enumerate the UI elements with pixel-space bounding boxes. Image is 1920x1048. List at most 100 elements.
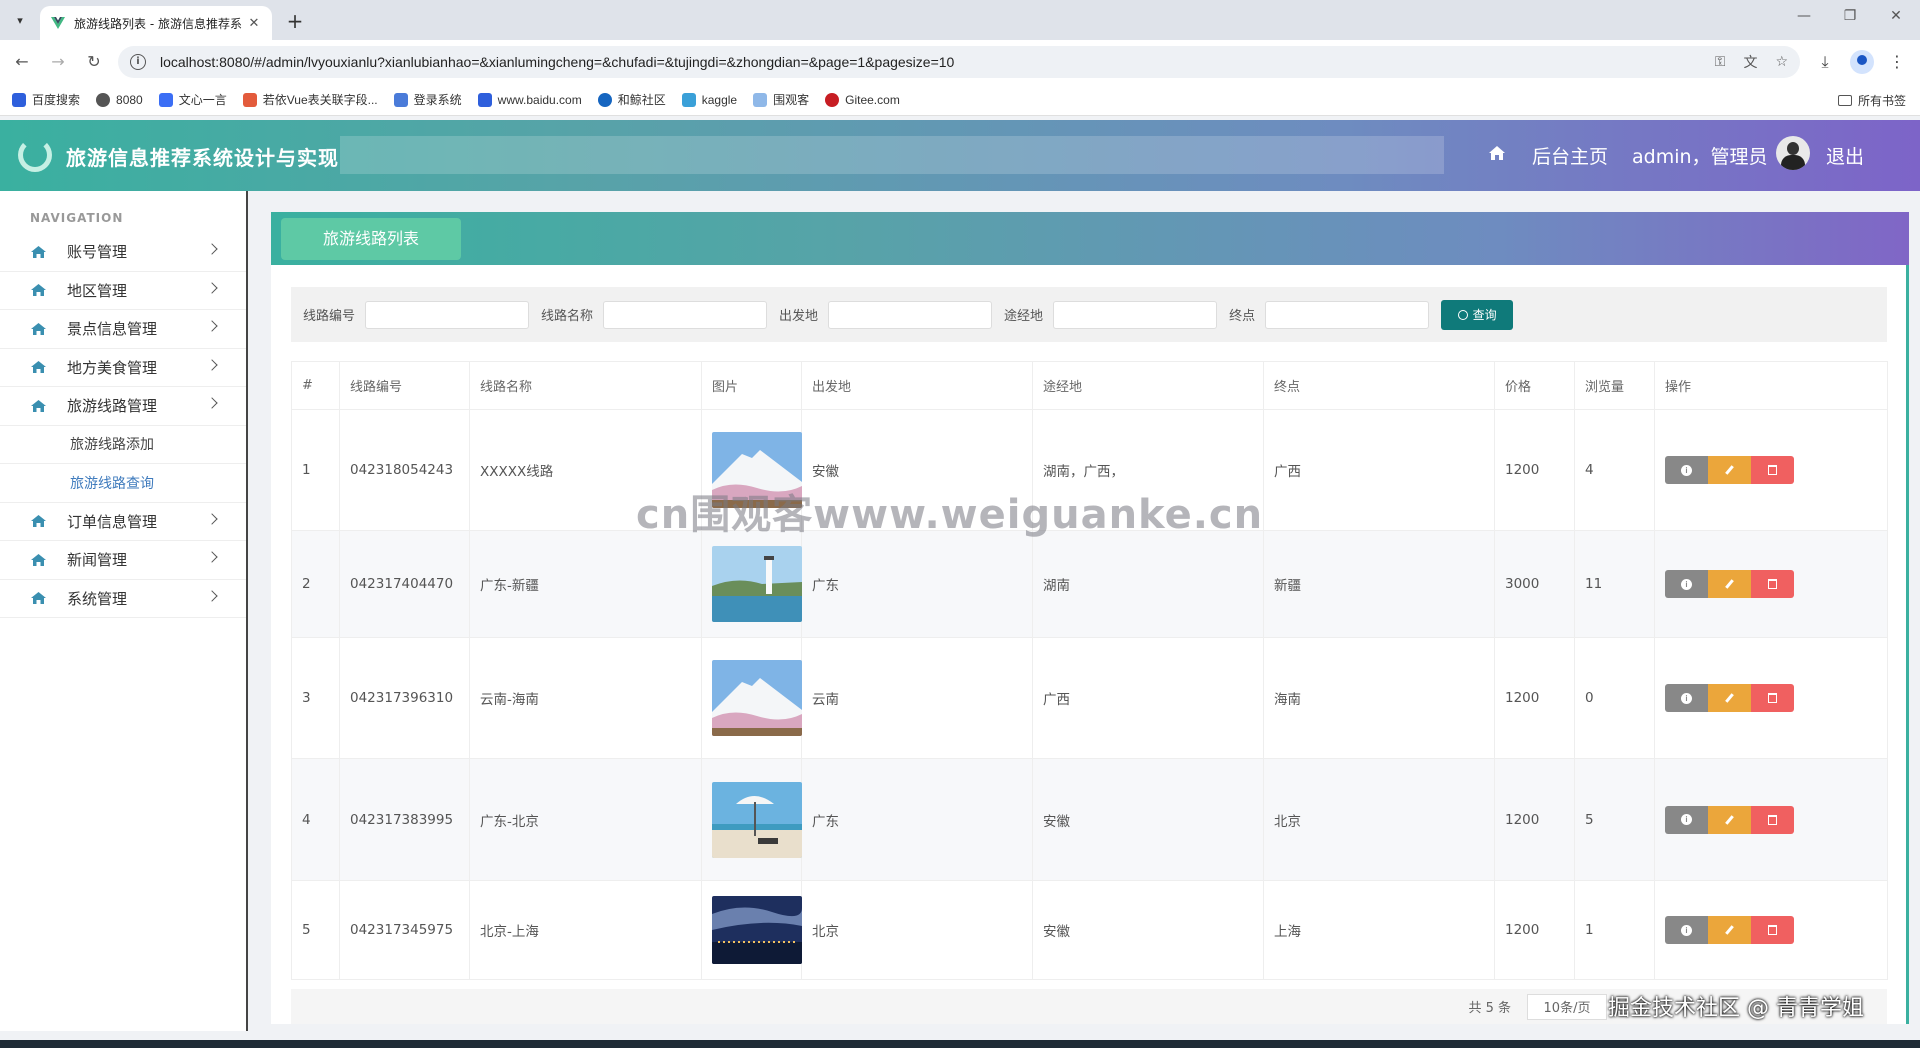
- sidebar-item-label: 订单信息管理: [67, 512, 158, 531]
- bookmark-item[interactable]: www.baidu.com: [477, 92, 582, 107]
- destination-input[interactable]: [1265, 300, 1430, 329]
- download-icon[interactable]: ⤓: [1814, 52, 1836, 72]
- table-row: 3 042317396310 云南-海南 云南 广西 海南 1200 0 i: [291, 637, 1888, 759]
- forward-icon[interactable]: →: [46, 50, 70, 74]
- departure: 广东: [801, 530, 1033, 638]
- trash-icon: [1768, 579, 1777, 589]
- restore-icon[interactable]: ❐: [1838, 8, 1862, 24]
- bookmark-item[interactable]: 登录系统: [393, 91, 462, 108]
- chevron-right-icon: [206, 320, 218, 332]
- route-name: 北京-上海: [469, 880, 702, 980]
- baidu-icon: [12, 92, 26, 107]
- price: 1200: [1494, 880, 1575, 980]
- pagination-total: 共 5 条: [1468, 1001, 1511, 1016]
- detail-button[interactable]: i: [1665, 805, 1708, 834]
- reload-icon[interactable]: ↻: [82, 50, 106, 74]
- via: 安徽: [1032, 880, 1264, 980]
- sidebar-subitem-route-add[interactable]: 旅游线路添加: [0, 426, 246, 464]
- home-icon[interactable]: [1488, 144, 1506, 162]
- close-tab-icon[interactable]: ✕: [246, 16, 262, 31]
- browser-tab[interactable]: 旅游线路列表 - 旅游信息推荐系 ✕: [40, 6, 272, 40]
- bookmark-item[interactable]: 若依Vue表关联字段...: [242, 91, 378, 108]
- departure-input[interactable]: [828, 300, 993, 329]
- route-code: 042317404470: [339, 530, 470, 638]
- row-index: 1: [291, 409, 340, 531]
- bookmark-item[interactable]: 围观客: [753, 91, 809, 108]
- delete-button[interactable]: [1751, 684, 1794, 712]
- delete-button[interactable]: [1751, 916, 1794, 944]
- address-bar[interactable]: i localhost:8080/#/admin/lvyouxianlu?xia…: [118, 46, 1800, 78]
- avatar[interactable]: [1776, 136, 1810, 170]
- sidebar-item-route[interactable]: 旅游线路管理: [0, 387, 246, 426]
- bookmark-item[interactable]: kaggle: [681, 92, 737, 107]
- home-icon: [31, 515, 46, 528]
- page-size-select[interactable]: 10条/页: [1527, 993, 1607, 1020]
- route-name-input[interactable]: [603, 300, 768, 329]
- search-button[interactable]: 查询: [1441, 299, 1514, 330]
- column-header: 浏览量: [1574, 361, 1655, 410]
- sidebar-item-news[interactable]: 新闻管理: [0, 541, 246, 580]
- views: 0: [1574, 637, 1655, 759]
- menu-kebab-icon[interactable]: ⋮: [1886, 52, 1908, 71]
- bookmark-item[interactable]: 和鲸社区: [597, 91, 666, 108]
- route-code-input[interactable]: [365, 300, 530, 329]
- sidebar-item-region[interactable]: 地区管理: [0, 272, 246, 310]
- sidebar-item-label: 系统管理: [67, 589, 128, 608]
- sidebar-item-order[interactable]: 订单信息管理: [0, 503, 246, 541]
- new-tab-icon[interactable]: +: [284, 9, 306, 33]
- close-window-icon[interactable]: ✕: [1884, 8, 1908, 24]
- search-bar: 线路编号 线路名称 出发地 途经地 终点 查询: [291, 287, 1887, 342]
- views: 5: [1574, 758, 1655, 881]
- sidebar-subitem-route-query[interactable]: 旅游线路查询: [0, 464, 246, 503]
- delete-button[interactable]: [1751, 570, 1794, 598]
- column-header: 终点: [1263, 361, 1495, 410]
- bookmark-item[interactable]: Gitee.com: [825, 92, 900, 107]
- bookmark-star-icon[interactable]: ☆: [1775, 54, 1788, 70]
- bookmark-item[interactable]: 8080: [96, 92, 143, 107]
- route-image-cell: [701, 758, 802, 881]
- page-title-tab[interactable]: 旅游线路列表: [281, 218, 461, 260]
- delete-button[interactable]: [1751, 805, 1794, 834]
- table-row: 4 042317383995 广东-北京 广东 安徽 北京 1200 5 i: [291, 758, 1888, 881]
- tab-list-icon[interactable]: ▾: [8, 8, 32, 32]
- edit-icon: [1725, 465, 1734, 475]
- sidebar-item-food[interactable]: 地方美食管理: [0, 349, 246, 387]
- via: 广西: [1032, 637, 1264, 759]
- site-info-icon[interactable]: i: [130, 54, 146, 70]
- beach-photo: [712, 781, 802, 858]
- edit-button[interactable]: [1708, 916, 1751, 944]
- detail-button[interactable]: i: [1665, 916, 1708, 944]
- sidebar-item-system[interactable]: 系统管理: [0, 580, 246, 618]
- back-icon[interactable]: ←: [10, 50, 34, 74]
- translate-icon[interactable]: 文: [1743, 52, 1757, 72]
- edit-button[interactable]: [1708, 456, 1751, 484]
- bookmark-item[interactable]: 文心一言: [158, 91, 227, 108]
- detail-button[interactable]: i: [1665, 456, 1708, 484]
- url-text[interactable]: localhost:8080/#/admin/lvyouxianlu?xianl…: [160, 54, 1697, 70]
- detail-button[interactable]: i: [1665, 684, 1708, 712]
- password-key-icon[interactable]: ⚿: [1715, 54, 1726, 70]
- logout-link[interactable]: 退出: [1826, 142, 1864, 169]
- sidebar-item-scenic[interactable]: 景点信息管理: [0, 310, 246, 349]
- delete-button[interactable]: [1751, 456, 1794, 484]
- edit-button[interactable]: [1708, 805, 1751, 834]
- minimize-icon[interactable]: —: [1792, 8, 1816, 24]
- edit-button[interactable]: [1708, 684, 1751, 712]
- chevron-right-icon: [206, 358, 218, 371]
- detail-button[interactable]: i: [1665, 570, 1708, 598]
- all-bookmarks[interactable]: 所有书签: [1837, 92, 1906, 109]
- profile-avatar-icon[interactable]: [1850, 50, 1874, 74]
- bookmark-item[interactable]: 百度搜索: [12, 91, 80, 108]
- night-photo: [712, 896, 802, 964]
- route-name: 云南-海南: [469, 637, 702, 759]
- browser-toolbar: ← → ↻ i localhost:8080/#/admin/lvyouxian…: [0, 40, 1920, 84]
- route-image-cell: [701, 530, 802, 638]
- row-index: 2: [291, 530, 340, 638]
- via-input[interactable]: [1053, 300, 1218, 329]
- bird-icon: [393, 92, 408, 107]
- backend-home-link[interactable]: 后台主页: [1532, 142, 1608, 169]
- sidebar-menu: 账号管理 地区管理 景点信息管理 地方美食管理 旅游线路管理 旅游线路添加 旅游…: [0, 233, 246, 618]
- home-icon: [31, 592, 46, 605]
- edit-button[interactable]: [1708, 570, 1751, 598]
- sidebar-item-account[interactable]: 账号管理: [0, 233, 246, 272]
